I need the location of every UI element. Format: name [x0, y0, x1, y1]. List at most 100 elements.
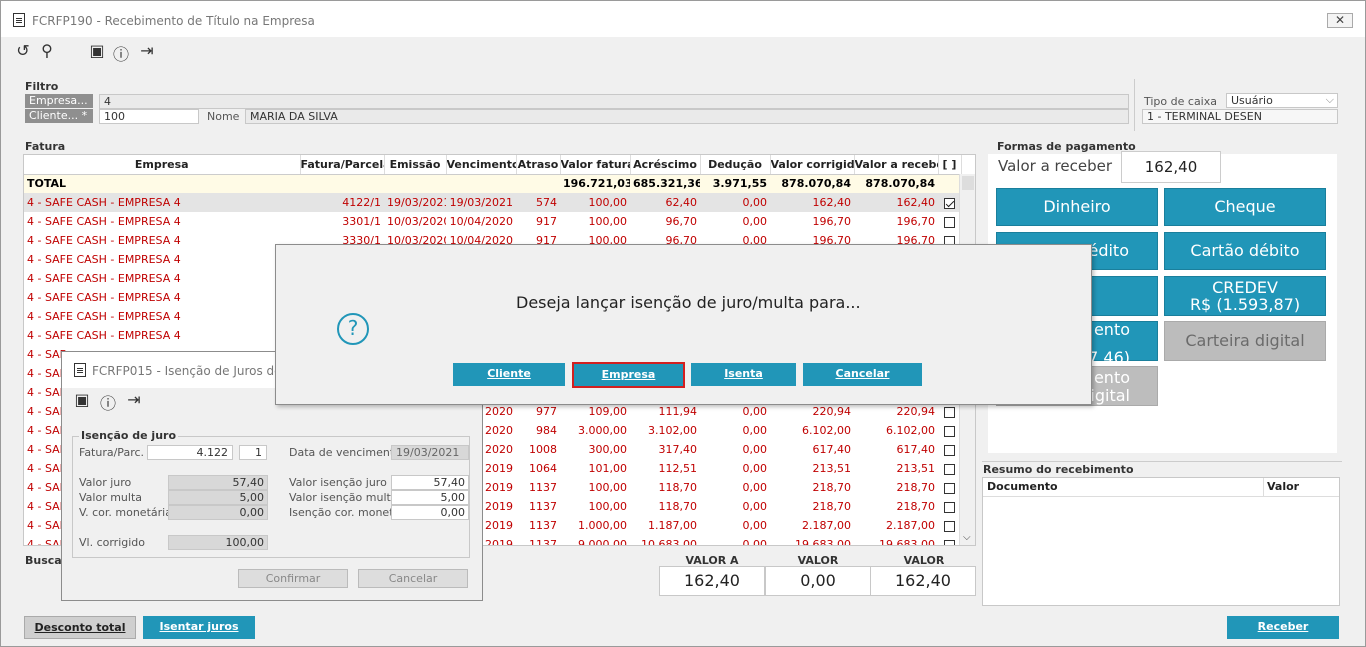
vl-corrigido-field: 100,00	[168, 535, 268, 550]
cell-ded: 0,00	[742, 424, 768, 437]
column-header[interactable]: Emissão	[384, 155, 447, 175]
total-cell: TOTAL	[24, 174, 300, 193]
column-header[interactable]: Dedução	[700, 155, 771, 175]
row-checkbox[interactable]	[944, 539, 955, 545]
row-checkbox[interactable]	[944, 197, 955, 209]
close-button[interactable]: ✕	[1327, 13, 1353, 28]
dialog-cancelar-button[interactable]: Cancelar	[803, 363, 922, 386]
cartao-debito-button[interactable]: Cartão débito	[1164, 232, 1326, 270]
vcor-monetaria-field: 0,00	[168, 505, 268, 520]
dialog-isenta-button[interactable]: Isenta	[691, 363, 796, 386]
filter-panel: Filtro Empresa... * 4 Cliente... * 100 N…	[23, 79, 1131, 129]
credev-button[interactable]: CREDEV R$ (1.593,87)	[1164, 276, 1326, 316]
receber-button[interactable]: Receber	[1227, 616, 1339, 639]
cell-empresa: 4 - SAFE CASH - EMPRESA 4	[27, 215, 181, 228]
vl-corrigido-label: Vl. corrigido	[79, 536, 146, 549]
cell-vfat: 101,00	[588, 462, 628, 475]
cell-atraso: 1137	[529, 519, 557, 532]
column-header[interactable]: Vencimento	[446, 155, 517, 175]
table-row[interactable]: 4 - SAFE CASH - EMPRESA 4 4122/1 19/03/202…	[24, 193, 961, 212]
confirmar-button[interactable]: Confirmar	[238, 569, 348, 588]
row-checkbox[interactable]	[944, 482, 955, 494]
dinheiro-button[interactable]: Dinheiro	[996, 188, 1158, 226]
credev-label: CREDEV	[1212, 278, 1278, 297]
isencao-juro-field[interactable]: 57,40	[391, 475, 469, 490]
cell-vrec: 617,40	[896, 443, 936, 456]
row-select-cell	[938, 440, 961, 459]
empresa-field[interactable]: 4	[99, 94, 1129, 109]
row-select-cell	[938, 497, 961, 516]
vcor-monetaria-label: V. cor. monetária	[79, 506, 172, 519]
cell-fatura: 4122/1	[300, 193, 384, 212]
help-icon[interactable]: ⓘ	[111, 41, 131, 65]
row-checkbox[interactable]	[944, 406, 955, 418]
dialog-empresa-button[interactable]: Empresa	[572, 362, 685, 388]
row-checkbox[interactable]	[944, 520, 955, 532]
valor-a-receber-value: 162,40	[659, 566, 765, 596]
cell-empresa: 4 - SAFE CASH - EMPRESA 4	[24, 193, 300, 212]
cell-vfat: 100,00	[560, 193, 630, 212]
scroll-down-icon[interactable]: ⌵	[963, 532, 971, 543]
isencao-cor-label: Isenção cor. monet.	[289, 506, 398, 519]
cell-vfat: 3.000,00	[578, 424, 627, 437]
row-checkbox[interactable]	[944, 501, 955, 513]
row-checkbox[interactable]	[944, 444, 955, 456]
valor-recebido-value: 0,00	[765, 566, 871, 596]
parcela-field[interactable]: 1	[239, 445, 267, 460]
sub-cancelar-button[interactable]: Cancelar	[358, 569, 468, 588]
table-row[interactable]: 4 - SAFE CASH - EMPRESA 4 3301/1 10/03/202…	[24, 212, 961, 231]
isencao-group: Isenção de juro Fatura/Parc. 4.122 1 Dat…	[72, 429, 470, 558]
document-icon	[13, 13, 25, 27]
total-cell	[446, 174, 516, 193]
cell-empresa: 4 - SAFE CASH - EMPRESA 4	[27, 272, 181, 285]
tipo-caixa-label: Tipo de caixa	[1144, 95, 1217, 108]
pagamento-title: Formas de pagamento	[997, 140, 1136, 153]
data-vencimento-field: 19/03/2021	[391, 445, 469, 460]
cell-atraso: 1137	[529, 481, 557, 494]
row-checkbox[interactable]	[944, 216, 955, 228]
calendar-icon[interactable]: ▣	[72, 390, 92, 409]
carteira-digital-button[interactable]: Carteira digital	[1164, 321, 1326, 361]
cliente-field[interactable]: 100	[99, 109, 199, 124]
exit-icon[interactable]: ⇥	[137, 41, 157, 60]
cliente-label[interactable]: Cliente... *	[25, 109, 93, 123]
cell-atraso: 574	[516, 193, 560, 212]
cell-ded: 0,00	[742, 500, 768, 513]
tipo-caixa-select[interactable]: Usuário ⌵	[1226, 93, 1338, 108]
valor-multa-label: Valor multa	[79, 491, 143, 504]
column-header[interactable]: Valor a receber	[854, 155, 939, 175]
total-cell: 878.070,84	[854, 174, 938, 193]
column-header[interactable]: Atraso	[516, 155, 561, 175]
credev-amount: R$ (1.593,87)	[1189, 295, 1301, 314]
row-checkbox[interactable]	[944, 463, 955, 475]
fatura-field[interactable]: 4.122	[147, 445, 233, 460]
question-icon: ?	[337, 313, 369, 345]
total-cell: 685.321,36	[630, 174, 700, 193]
column-header[interactable]: Valor corrigido	[770, 155, 855, 175]
empresa-label[interactable]: Empresa... *	[25, 94, 93, 121]
valor-juro-field: 57,40	[168, 475, 268, 490]
isencao-cor-field[interactable]: 0,00	[391, 505, 469, 520]
confirm-dialog: Deseja lançar isenção de juro/multa para…	[275, 244, 1092, 405]
cell-vcor: 2.187,00	[802, 519, 851, 532]
column-header[interactable]: Empresa	[24, 155, 301, 175]
column-header[interactable]: Valor fatura	[560, 155, 631, 175]
isencao-multa-field[interactable]: 5,00	[391, 490, 469, 505]
cell-vfat: 100,00	[588, 215, 628, 228]
cell-atraso: 1008	[529, 443, 557, 456]
cell-vcor: 162,40	[770, 193, 854, 212]
scroll-thumb[interactable]	[962, 176, 974, 190]
refresh-icon[interactable]: ↺	[13, 41, 33, 60]
column-header[interactable]: [ ]	[938, 155, 962, 175]
column-header[interactable]: Fatura/Parcela	[300, 155, 385, 175]
column-header[interactable]: Acréscimo	[630, 155, 701, 175]
search-icon[interactable]: ⚲	[37, 41, 57, 60]
cheque-button[interactable]: Cheque	[1164, 188, 1326, 226]
help-icon[interactable]: ⓘ	[98, 390, 118, 414]
desconto-total-button[interactable]: Desconto total	[24, 616, 136, 639]
calendar-icon[interactable]: ▣	[87, 41, 107, 60]
exit-icon[interactable]: ⇥	[124, 390, 144, 409]
isentar-juros-button[interactable]: Isentar juros	[143, 616, 255, 639]
dialog-cliente-button[interactable]: Cliente	[453, 363, 565, 386]
row-checkbox[interactable]	[944, 425, 955, 437]
